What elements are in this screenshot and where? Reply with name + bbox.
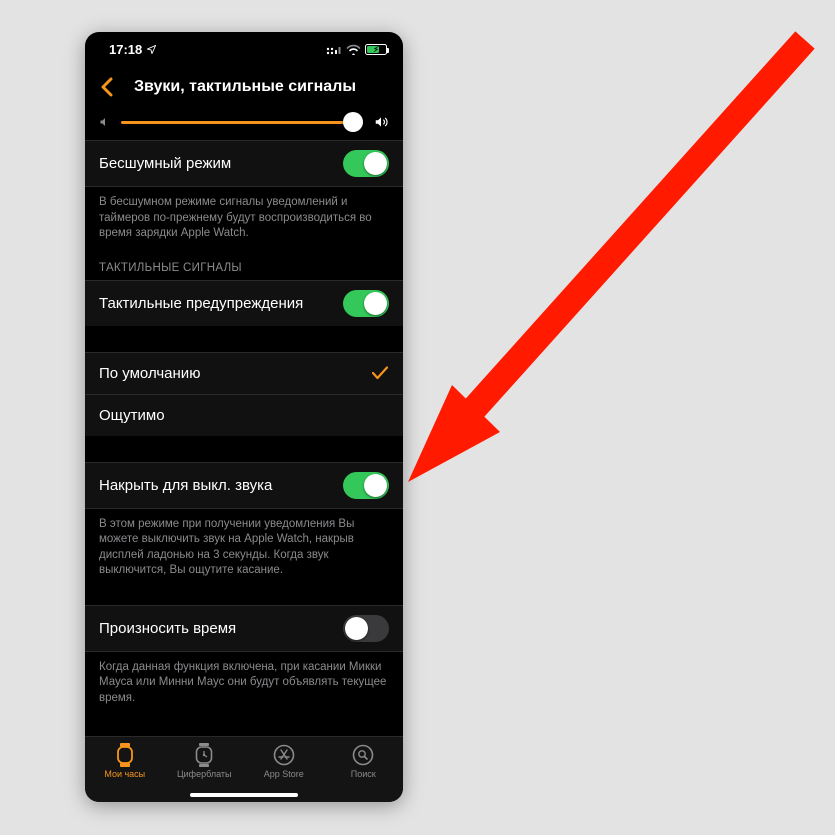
- spacer: [85, 593, 403, 605]
- cover-to-mute-footer: В этом режиме при получении уведомления …: [85, 508, 403, 593]
- haptic-option-default[interactable]: По умолчанию: [85, 352, 403, 394]
- cover-to-mute-toggle[interactable]: [343, 472, 389, 499]
- tab-my-watch[interactable]: Мои часы: [85, 743, 165, 779]
- tab-label: Мои часы: [104, 769, 145, 779]
- wifi-icon: [346, 44, 361, 55]
- volume-slider[interactable]: [121, 112, 363, 132]
- location-arrow-icon: [146, 44, 157, 55]
- haptic-option-label: Ощутимо: [99, 407, 389, 424]
- statusbar-time: 17:18: [109, 42, 142, 57]
- tab-faces[interactable]: Циферблаты: [165, 743, 245, 779]
- speak-time-label: Произносить время: [99, 620, 343, 637]
- haptic-alerts-row[interactable]: Тактильные предупреждения: [85, 280, 403, 326]
- battery-icon: ⚡︎: [365, 44, 387, 55]
- speak-time-footer: Когда данная функция включена, при касан…: [85, 651, 403, 721]
- haptic-alerts-label: Тактильные предупреждения: [99, 295, 343, 312]
- slider-thumb[interactable]: [343, 112, 363, 132]
- search-icon: [352, 743, 374, 767]
- tab-app-store[interactable]: App Store: [244, 743, 324, 779]
- page-title: Звуки, тактильные сигналы: [95, 78, 395, 96]
- silent-mode-row[interactable]: Бесшумный режим: [85, 140, 403, 186]
- speaker-low-icon: [99, 116, 111, 128]
- speak-time-toggle[interactable]: [343, 615, 389, 642]
- app-store-icon: [273, 743, 295, 767]
- haptic-option-label: По умолчанию: [99, 365, 371, 382]
- spacer: [85, 326, 403, 352]
- silent-mode-footer: В бесшумном режиме сигналы уведомлений и…: [85, 186, 403, 256]
- home-indicator[interactable]: [190, 793, 298, 797]
- statusbar-right: ⚡︎: [326, 44, 387, 55]
- tab-search[interactable]: Поиск: [324, 743, 404, 779]
- volume-row: [85, 108, 403, 140]
- tab-label: Циферблаты: [177, 769, 232, 779]
- watch-icon: [115, 743, 135, 767]
- cover-to-mute-row[interactable]: Накрыть для выкл. звука: [85, 462, 403, 508]
- checkmark-icon: [371, 364, 389, 382]
- cover-to-mute-label: Накрыть для выкл. звука: [99, 477, 343, 494]
- speak-time-row[interactable]: Произносить время: [85, 605, 403, 651]
- haptic-section-header: ТАКТИЛЬНЫЕ СИГНАЛЫ: [85, 256, 403, 280]
- watch-face-icon: [194, 743, 214, 767]
- statusbar-left: 17:18: [109, 42, 157, 57]
- silent-mode-toggle[interactable]: [343, 150, 389, 177]
- haptic-alerts-toggle[interactable]: [343, 290, 389, 317]
- haptic-option-prominent[interactable]: Ощутимо: [85, 394, 403, 436]
- silent-mode-label: Бесшумный режим: [99, 155, 343, 172]
- status-bar: 17:18 ⚡︎: [85, 32, 403, 66]
- settings-list[interactable]: Бесшумный режим В бесшумном режиме сигна…: [85, 108, 403, 736]
- tab-bar: Мои часы Циферблаты App Store Поиск: [85, 736, 403, 802]
- spacer: [85, 436, 403, 462]
- tab-label: Поиск: [351, 769, 376, 779]
- nav-header: Звуки, тактильные сигналы: [85, 66, 403, 108]
- speaker-high-icon: [373, 115, 389, 129]
- phone-frame: 17:18 ⚡︎: [85, 32, 403, 802]
- cellular-icon: [326, 44, 342, 55]
- tab-label: App Store: [264, 769, 304, 779]
